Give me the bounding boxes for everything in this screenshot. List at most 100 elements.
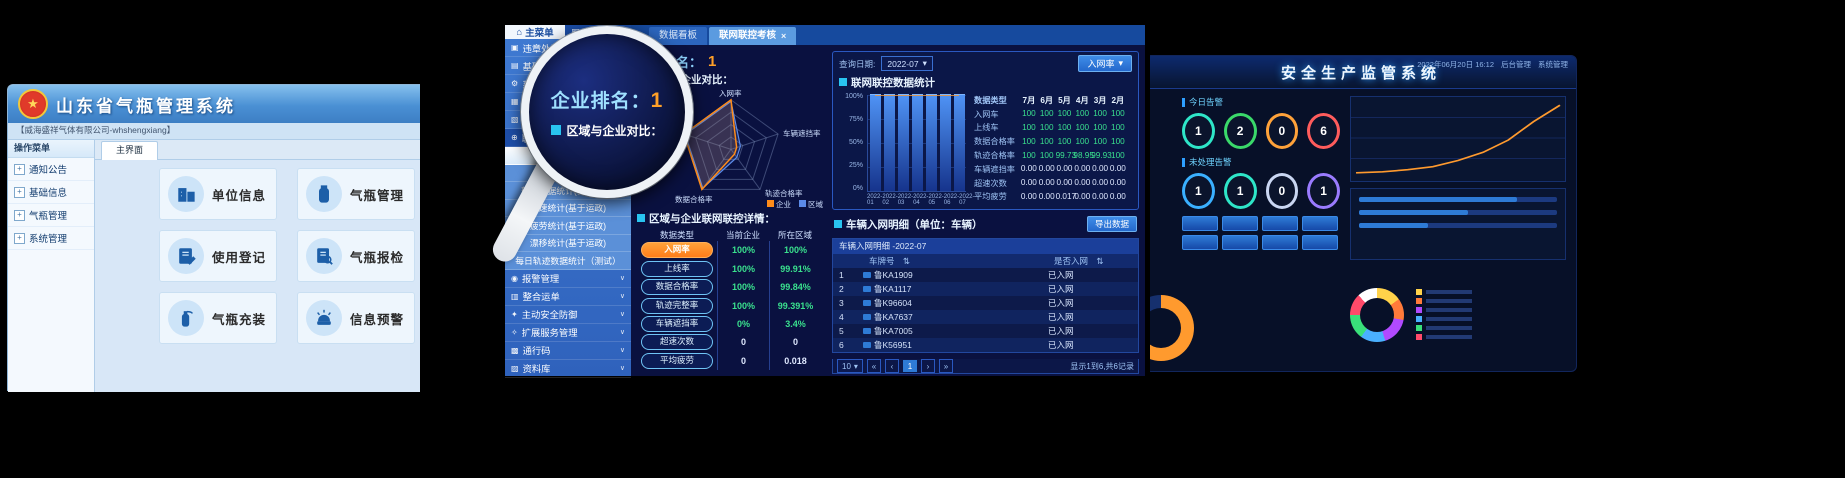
dashboard-datetime: 2022年06月20日 16:12: [1417, 59, 1494, 70]
next-page-button[interactable]: ›: [921, 359, 935, 373]
table-row[interactable]: 3鲁K96604已入网: [833, 296, 1138, 310]
table-cell: 100: [1020, 109, 1038, 118]
metric-pill[interactable]: 超速次数: [641, 334, 713, 350]
stat-ring: 1: [1182, 173, 1215, 209]
menu-item-icon: ▦: [511, 97, 519, 106]
company-value: 100%: [717, 260, 769, 278]
dash-button[interactable]: [1182, 216, 1218, 231]
x-tick-label: 2022-03: [898, 194, 913, 205]
home-menu-tab[interactable]: ⌂ 主菜单: [505, 25, 565, 39]
table-row[interactable]: 4鲁KA7637已入网: [833, 310, 1138, 324]
status-cell: 已入网: [1042, 325, 1138, 337]
launcher-button-气瓶充装[interactable]: 气瓶充装: [159, 292, 277, 344]
launcher-button-气瓶报检[interactable]: 气瓶报检: [297, 230, 415, 282]
menu-item[interactable]: ▥整合运单∨: [505, 288, 631, 306]
sidebar-title: 操作菜单: [8, 140, 94, 158]
dash-button[interactable]: [1302, 216, 1338, 231]
launcher-button-气瓶管理[interactable]: 气瓶管理: [297, 168, 415, 220]
chevron-down-icon: ∨: [620, 274, 625, 282]
dash-button[interactable]: [1182, 235, 1218, 250]
dash-button[interactable]: [1302, 235, 1338, 250]
prev-page-button[interactable]: ‹: [885, 359, 899, 373]
metric-pill[interactable]: 轨迹完整率: [641, 298, 713, 314]
admin-link[interactable]: 后台管理: [1501, 59, 1531, 70]
dash-button[interactable]: [1262, 235, 1298, 250]
menu-item[interactable]: ◉报警管理∨: [505, 270, 631, 288]
plate-cell: 鲁KA1909: [857, 269, 1042, 281]
detail-row: 上线率100%99.91%: [637, 260, 825, 278]
expand-icon: +: [14, 187, 25, 198]
tab-network-assessment[interactable]: 联网联控考核 ×: [709, 27, 796, 45]
detail-rows: 入网率100%100%上线率100%99.91%数据合格率100%99.84%轨…: [637, 241, 825, 370]
company-value: 100%: [717, 296, 769, 314]
menu-item-icon: ⊕: [511, 133, 518, 142]
menu-item[interactable]: ✧扩展服务管理∨: [505, 324, 631, 342]
table-cell: 100: [1056, 123, 1074, 132]
table-cell: 0.00: [1091, 178, 1109, 187]
plate-cell: 鲁KA7005: [857, 325, 1042, 337]
unhandled-alarm-label: 未处理告警: [1182, 156, 1340, 168]
first-page-button[interactable]: «: [867, 359, 881, 373]
table-cell: 0.00: [1073, 178, 1091, 187]
table-row[interactable]: 2鲁KA1117已入网: [833, 282, 1138, 296]
current-page[interactable]: 1: [903, 360, 917, 372]
legend-row: [1416, 325, 1472, 331]
menu-item[interactable]: ▨资料库∨: [505, 360, 631, 378]
detail-row: 车辆遮挡率0%3.4%: [637, 315, 825, 333]
tab-main-screen[interactable]: 主界面: [101, 141, 158, 161]
launcher-button-单位信息[interactable]: 单位信息: [159, 168, 277, 220]
chevron-down-icon: ▾: [1118, 58, 1123, 69]
export-data-button[interactable]: 导出数据: [1087, 216, 1137, 232]
page-size-select[interactable]: 10 ▾: [837, 359, 863, 373]
vehicle-chip-icon: [863, 300, 871, 306]
table-row[interactable]: 1鲁KA1909已入网: [833, 268, 1138, 282]
register-doc-icon: [168, 238, 204, 274]
table-cell: 0.00: [1073, 192, 1091, 201]
metric-pill[interactable]: 上线率: [641, 261, 713, 277]
menu-item[interactable]: ✦主动安全防御∨: [505, 306, 631, 324]
last-page-button[interactable]: »: [939, 359, 953, 373]
system-link[interactable]: 系统管理: [1538, 59, 1568, 70]
safety-dashboard-header: 安全生产监管系统 2022年06月20日 16:12 后台管理 系统管理: [1146, 56, 1576, 89]
table-cell: 100: [1056, 109, 1074, 118]
detail-row: 轨迹完整率100%99.391%: [637, 296, 825, 314]
launcher-button-使用登记[interactable]: 使用登记: [159, 230, 277, 282]
dash-button[interactable]: [1262, 216, 1298, 231]
table-cell: 0.00: [1109, 164, 1127, 173]
sidebar-item-cylinder-mgmt[interactable]: + 气瓶管理: [8, 204, 94, 227]
left-app-sidebar: 操作菜单 + 通知公告 + 基础信息 + 气瓶管理 + 系统管理: [8, 140, 95, 392]
stat-ring: 1: [1182, 113, 1215, 149]
table-row[interactable]: 6鲁K56951已入网: [833, 338, 1138, 352]
launcher-button-label: 气瓶报检: [350, 247, 404, 266]
status-cell: 已入网: [1042, 297, 1138, 309]
launcher-button-信息预警[interactable]: 信息预警: [297, 292, 415, 344]
chevron-down-icon: ▾: [923, 58, 927, 69]
metric-pill[interactable]: 车辆遮挡率: [641, 316, 713, 332]
close-tab-icon[interactable]: ×: [781, 27, 786, 45]
plate-cell: 鲁K56951: [857, 339, 1042, 351]
sort-icon[interactable]: ⇅: [897, 256, 910, 266]
legend-chip: [1416, 316, 1422, 322]
table-cell: 0.00: [1020, 178, 1038, 187]
detail-row: 数据合格率100%99.84%: [637, 278, 825, 296]
sidebar-item-basic-info[interactable]: + 基础信息: [8, 181, 94, 204]
metric-select-button[interactable]: 入网率 ▾: [1078, 55, 1132, 72]
y-tick-label: 100%: [839, 93, 863, 100]
menu-item[interactable]: ▩通行码∨: [505, 342, 631, 360]
sort-icon[interactable]: ⇅: [1090, 256, 1103, 266]
network-stats-panel: 查询日期: 2022-07 ▾ 入网率 ▾ 联网联控数据统计: [832, 51, 1139, 210]
query-date-select[interactable]: 2022-07 ▾: [881, 56, 932, 71]
table-row[interactable]: 5鲁KA7005已入网: [833, 324, 1138, 338]
sidebar-item-system-mgmt[interactable]: + 系统管理: [8, 227, 94, 250]
monthly-table-row: 入网车100100100100100100: [974, 107, 1132, 121]
metric-pill[interactable]: 入网率: [641, 242, 713, 258]
dash-button[interactable]: [1222, 235, 1258, 250]
table-cell: 100: [1020, 151, 1038, 160]
dash-button[interactable]: [1222, 216, 1258, 231]
submenu-item[interactable]: 每日轨迹数据统计（测试）: [505, 252, 631, 270]
radar-axis-label: 轨迹合格率: [765, 188, 803, 199]
metric-pill[interactable]: 数据合格率: [641, 279, 713, 295]
bar-chart-ylabels: 100%75%50%25%0%: [839, 93, 863, 192]
metric-pill[interactable]: 平均疲劳: [641, 353, 713, 369]
sidebar-item-notices[interactable]: + 通知公告: [8, 158, 94, 181]
